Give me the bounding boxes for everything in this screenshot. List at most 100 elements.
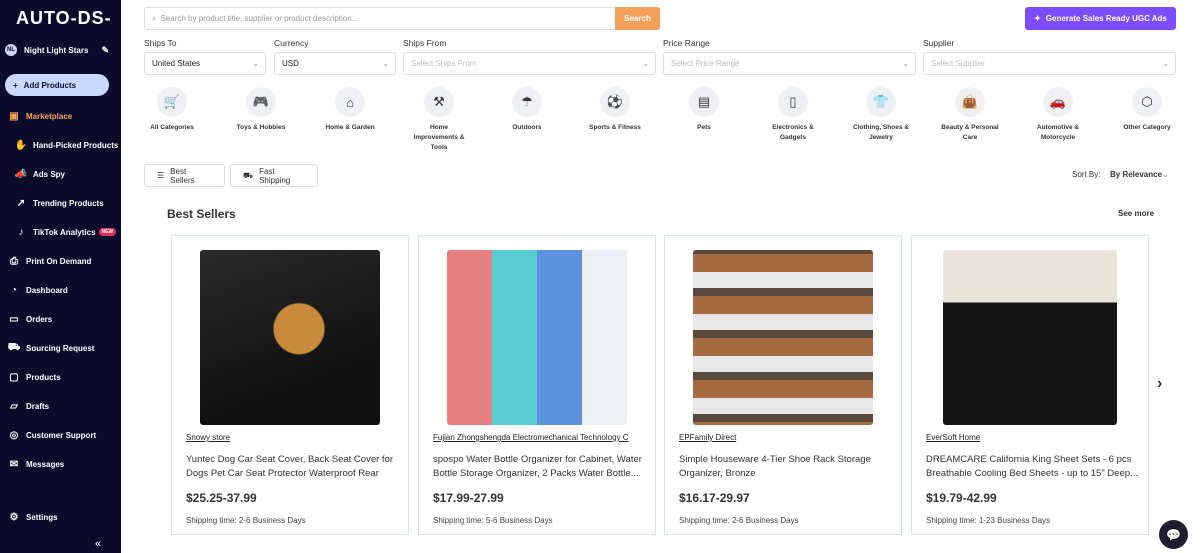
sidebar-item-label: Ads Spy <box>33 169 66 179</box>
chevron-down-icon[interactable]: ⌄ <box>1162 170 1169 179</box>
sidebar-item-sourcing[interactable]: ⛟ Sourcing Request <box>0 338 121 358</box>
sidebar-item-products[interactable]: ▢ Products <box>0 367 121 387</box>
box-icon: ▢ <box>9 371 19 383</box>
chat-support-icon[interactable]: 💬 <box>1159 520 1188 549</box>
sidebar-item-drafts[interactable]: ▱ Drafts <box>0 396 121 416</box>
product-title[interactable]: Simple Houseware 4-Tier Shoe Rack Storag… <box>679 453 891 481</box>
user-profile[interactable]: NL Night Light Stars ✎ <box>5 43 117 57</box>
category-label: Other Category <box>1123 124 1171 131</box>
store-icon: ▣ <box>9 110 19 122</box>
product-card[interactable]: EverSoft Home DREAMCARE California King … <box>911 235 1149 535</box>
ships-to-label: Ships To <box>144 38 177 48</box>
category-other[interactable]: ⬡ Other Category <box>1107 87 1187 133</box>
sparkle-icon: ✦ <box>1034 14 1041 23</box>
supplier-label: Supplier <box>923 38 955 48</box>
umbrella-icon: ☂ <box>512 87 542 117</box>
search-icon: ⌕ <box>152 13 157 23</box>
sidebar: AUTO-DS- NL Night Light Stars ✎ + Add Pr… <box>0 0 121 553</box>
currency-select[interactable]: USD ⌄ <box>274 52 396 75</box>
product-card[interactable]: EPFamily Direct Simple Houseware 4-Tier … <box>664 235 902 535</box>
category-electronics[interactable]: ▯ Electronics & Gadgets <box>753 87 833 143</box>
best-sellers-filter-button[interactable]: ☰ Best Sellers <box>144 164 225 187</box>
category-sports-fitness[interactable]: ⚽ Sports & Fitness <box>575 87 655 133</box>
price-range-select[interactable]: Select Price Range ⌄ <box>663 52 916 75</box>
sidebar-item-label: Customer Support <box>26 430 97 440</box>
gauge-icon: ◔ <box>10 284 18 296</box>
category-pets[interactable]: ▤ Pets <box>664 87 744 133</box>
sidebar-item-orders[interactable]: ▭ Orders <box>0 309 121 329</box>
ball-icon: ⚽ <box>600 87 630 117</box>
product-image-dog-seat-cover[interactable] <box>200 250 380 425</box>
category-home-garden[interactable]: ⌂ Home & Garden <box>310 87 390 133</box>
ships-from-select[interactable]: Select Ships From ⌄ <box>403 52 656 75</box>
sidebar-item-label: Messages <box>26 459 65 469</box>
sidebar-item-dashboard[interactable]: ◔ Dashboard <box>0 280 121 300</box>
truck-icon: ⛟ <box>243 170 254 180</box>
shipping-time: Shipping time: 2-6 Business Days <box>679 516 799 525</box>
category-label: Home Improvements & Tools <box>413 124 465 151</box>
shipping-time: Shipping time: 1-23 Business Days <box>926 516 1051 525</box>
chevron-down-icon: ⌄ <box>252 59 259 68</box>
search-input[interactable]: ⌕ Search by product title, supplier or p… <box>144 7 616 30</box>
car-icon: 🚗 <box>1043 87 1073 117</box>
supplier-link[interactable]: Fujian Zhongshengda Electromechanical Te… <box>433 433 643 442</box>
main-content: ⌕ Search by product title, supplier or p… <box>121 0 1200 553</box>
supplier-link[interactable]: EPFamily Direct <box>679 433 889 442</box>
sidebar-item-settings[interactable]: ⚙ Settings <box>0 507 121 527</box>
sidebar-item-label: Drafts <box>26 401 50 411</box>
add-products-button[interactable]: + Add Products <box>5 74 109 96</box>
user-name: Night Light Stars <box>24 45 89 55</box>
sidebar-item-support[interactable]: ◎ Customer Support <box>0 425 121 445</box>
sidebar-item-ads-spy[interactable]: 📣 Ads Spy <box>0 164 121 184</box>
category-clothing[interactable]: 👕 Clothing, Shoes & Jewelry <box>841 87 921 143</box>
collapse-sidebar-icon[interactable]: « <box>95 538 101 550</box>
new-badge: NEW <box>98 228 117 236</box>
sidebar-item-trending[interactable]: ↗ Trending Products <box>0 193 121 213</box>
product-image-water-bottle-organizer[interactable] <box>447 250 627 425</box>
fast-shipping-filter-button[interactable]: ⛟ Fast Shipping <box>230 164 318 187</box>
sidebar-item-hand-picked[interactable]: ✋ Hand-Picked Products <box>0 135 121 155</box>
see-more-link[interactable]: See more <box>1118 209 1154 218</box>
sidebar-item-messages[interactable]: ✉ Messages <box>0 454 121 474</box>
currency-value: USD <box>282 59 299 68</box>
plus-icon: + <box>13 80 18 90</box>
trend-icon: ↗ <box>16 197 26 209</box>
supplier-select[interactable]: Select Supplier ⌄ <box>923 52 1176 75</box>
sidebar-item-print-on-demand[interactable]: ⎙ Print On Demand <box>0 251 121 271</box>
ships-to-select[interactable]: United States ⌄ <box>144 52 266 75</box>
sidebar-item-label: Products <box>26 372 61 382</box>
product-image-shoe-rack[interactable] <box>693 250 873 425</box>
category-label: Home & Garden <box>325 124 375 131</box>
autods-logo[interactable]: AUTO-DS- <box>16 8 112 29</box>
sidebar-item-label: Dashboard <box>26 285 68 295</box>
product-title[interactable]: spospo Water Bottle Organizer for Cabine… <box>433 453 645 481</box>
sidebar-item-tiktok[interactable]: ♪ TikTok Analytics NEW <box>0 222 121 242</box>
sidebar-item-marketplace[interactable]: ▣ Marketplace <box>0 106 121 126</box>
product-image-bed-sheets[interactable] <box>943 250 1117 425</box>
product-card[interactable]: Fujian Zhongshengda Electromechanical Te… <box>418 235 656 535</box>
sort-by-select[interactable]: By Relevance <box>1110 170 1162 179</box>
category-outdoors[interactable]: ☂ Outdoors <box>487 87 567 133</box>
currency-label: Currency <box>274 38 309 48</box>
shirt-icon: 👕 <box>866 87 896 117</box>
category-beauty[interactable]: 👜 Beauty & Personal Care <box>930 87 1010 143</box>
generate-ugc-ads-button[interactable]: ✦ Generate Sales Ready UGC Ads <box>1025 7 1176 30</box>
supplier-link[interactable]: EverSoft Home <box>926 433 1136 442</box>
category-home-improvements[interactable]: ⚒ Home Improvements & Tools <box>399 87 479 153</box>
category-toys-hobbies[interactable]: 🎮 Toys & Hobbies <box>221 87 301 133</box>
product-title[interactable]: Yuntec Dog Car Seat Cover, Back Seat Cov… <box>186 453 398 481</box>
category-automotive[interactable]: 🚗 Automotive & Motorcycle <box>1018 87 1098 143</box>
gamepad-icon: 🎮 <box>246 87 276 117</box>
mail-icon: ✉ <box>9 458 19 470</box>
search-button[interactable]: Search <box>615 7 660 30</box>
product-price: $17.99-27.99 <box>433 491 504 505</box>
chevron-down-icon: ⌄ <box>1162 59 1169 68</box>
support-icon: ◎ <box>9 429 19 441</box>
category-label: All Categories <box>150 124 194 131</box>
edit-icon[interactable]: ✎ <box>101 45 109 56</box>
product-title[interactable]: DREAMCARE California King Sheet Sets - 6… <box>926 453 1138 481</box>
product-card[interactable]: Snowy store Yuntec Dog Car Seat Cover, B… <box>171 235 409 535</box>
supplier-link[interactable]: Snowy store <box>186 433 396 442</box>
carousel-next-icon[interactable]: › <box>1157 375 1162 393</box>
category-all[interactable]: 🛒 All Categories <box>132 87 212 133</box>
